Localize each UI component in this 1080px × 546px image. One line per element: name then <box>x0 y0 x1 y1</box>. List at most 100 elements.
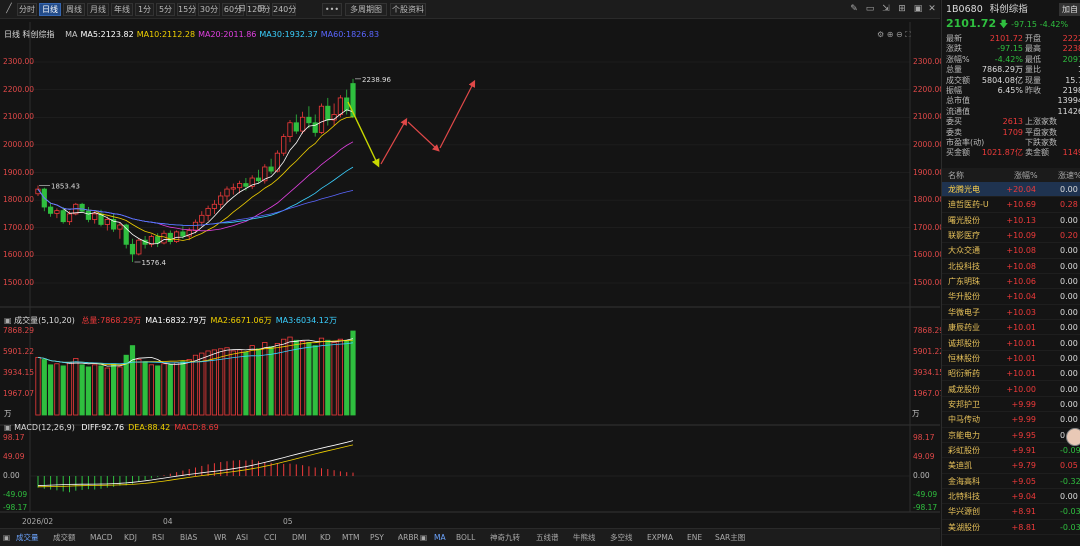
macd-tick-left-2: 0.00 <box>3 471 20 480</box>
price-tick-right-7: 1600.00 <box>913 250 945 260</box>
quote-row-label-3: 总量 <box>946 65 962 75</box>
stock-list-row[interactable]: 威龙股份 +10.00 0.00 <box>942 382 1080 397</box>
volume-bar-29 <box>218 348 224 416</box>
stock-list-row[interactable]: 大众交通 +10.08 0.00 <box>942 243 1080 259</box>
kline-chart[interactable]: 2238.96 1853.43 1576.4 <box>0 0 940 528</box>
stock-list-row[interactable]: 华升股份 +10.04 0.00 <box>942 289 1080 305</box>
volume-bar-10 <box>98 365 104 416</box>
overlay-tab-8[interactable]: SAR主图 <box>715 532 745 544</box>
volume-unit-left: 万 <box>4 409 12 418</box>
quote-row-value-8: 2613 <box>1002 117 1023 127</box>
stock-list-row[interactable]: 广东明珠 +10.06 0.00 <box>942 274 1080 290</box>
stock-name-4: 大众交通 <box>948 246 980 256</box>
stock-list-row[interactable]: 安邦护卫 +9.99 0.00 <box>942 397 1080 413</box>
indicator-tab-2[interactable]: MACD <box>90 532 112 544</box>
indicator-tab-11[interactable]: MTM <box>342 532 360 544</box>
quote-row-label-5: 振幅 <box>946 86 962 95</box>
stock-name-10: 诚邦股份 <box>948 338 980 348</box>
macd-settings-icon[interactable]: ▣ <box>4 423 14 432</box>
candle-body-16 <box>136 239 142 255</box>
indicator-tab-7[interactable]: ASI <box>236 532 248 544</box>
overlay-tab-2[interactable]: 神奇九转 <box>490 532 520 544</box>
quote-row-value2-1: 2238 <box>1062 44 1080 54</box>
candle-body-33 <box>243 183 249 187</box>
projection-arrow-up-1 <box>380 117 408 165</box>
price-tick-left-5: 1800.00 <box>3 195 35 205</box>
stock-list-row[interactable]: 美湖股份 +8.81 -0.03 <box>942 520 1080 535</box>
volume-bar-9 <box>92 364 98 416</box>
stock-name-13: 威龙股份 <box>948 384 980 394</box>
stock-list-row[interactable]: 华兴源创 +8.91 -0.03 <box>942 504 1080 520</box>
overlay-tab-4[interactable]: 牛熊线 <box>573 532 596 544</box>
indicator-tab-10[interactable]: KD <box>320 532 331 544</box>
overlay-tab-5[interactable]: 多空线 <box>610 532 633 544</box>
quote-row-0: 最新 2101.72开盘 2222 <box>946 34 1080 44</box>
price-tick-left-3: 2000.00 <box>3 139 35 149</box>
tabs-menu-icon[interactable]: ▣ <box>3 532 10 544</box>
stock-list-row[interactable]: 京能电力 +9.95 0 <box>942 428 1080 443</box>
stock-list-row[interactable]: 联影医疗 +10.09 0.20 <box>942 228 1080 244</box>
indicator-tab-9[interactable]: DMI <box>292 532 306 544</box>
stock-list-row[interactable]: 金海高科 +9.05 -0.32 <box>942 474 1080 489</box>
stock-list-row[interactable]: 北投科技 +10.08 0.00 <box>942 259 1080 275</box>
volume-bar-47 <box>331 342 337 416</box>
overlay-tab-7[interactable]: ENE <box>687 532 702 544</box>
indicator-tab-12[interactable]: PSY <box>370 532 384 544</box>
overlay-tab-0[interactable]: MA <box>434 532 446 544</box>
overlay-tab-6[interactable]: EXPMA <box>647 532 673 544</box>
ma-line-20 <box>37 141 354 232</box>
quote-panel: 1B0680 科创综指 加自 2101.72 🡇 -97.15 -4.42% 最… <box>941 0 1080 546</box>
volume-bar-12 <box>111 363 117 416</box>
candle-body-37 <box>268 166 274 172</box>
candle-body-31 <box>230 187 236 190</box>
stock-name-14: 安邦护卫 <box>948 399 980 409</box>
stock-list-row[interactable]: 曙光股份 +10.13 0.00 <box>942 213 1080 228</box>
volume-bar-42 <box>299 340 306 416</box>
macd-tick-right-4: -98.17 <box>913 503 938 512</box>
avatar[interactable] <box>1066 428 1080 446</box>
stock-list-row[interactable]: 中马传动 +9.99 0.00 <box>942 412 1080 428</box>
x-label-start: 2026/02 <box>22 517 54 526</box>
quote-row-label2-10: 下跌家数 <box>1025 138 1057 147</box>
volume-bar-48 <box>337 338 344 416</box>
volume-bar-43 <box>306 342 312 416</box>
overlay-tab-3[interactable]: 五线谱 <box>536 532 559 544</box>
indicator-tab-4[interactable]: RSI <box>152 532 164 544</box>
overlay-tab-1[interactable]: BOLL <box>456 532 475 544</box>
price-tick-right-0: 2300.00 <box>913 57 945 66</box>
stock-speed-7: 0.00 <box>1060 292 1078 302</box>
stock-list-row[interactable]: 昭衍新药 +10.01 0.00 <box>942 366 1080 382</box>
stock-name-12: 昭衍新药 <box>948 369 980 379</box>
add-watchlist-button[interactable]: 加自 <box>1059 3 1080 16</box>
stock-name-6: 广东明珠 <box>948 277 980 287</box>
stock-list-row[interactable]: 诚邦股份 +10.01 0.00 <box>942 336 1080 351</box>
candle-body-2 <box>48 206 54 214</box>
stock-list-row[interactable]: 彩虹股份 +9.91 -0.09 <box>942 443 1080 459</box>
stock-list-row[interactable]: 美迪凯 +9.79 0.05 <box>942 458 1080 474</box>
quote-price: 2101.72 <box>946 17 997 30</box>
quote-row-value2-11: 1149 <box>1062 148 1080 158</box>
overlay-menu-icon[interactable]: ▣ <box>420 532 427 544</box>
stock-pct-2: +10.13 <box>1006 215 1036 225</box>
stock-list-row[interactable]: 恒林股份 +10.01 0.00 <box>942 351 1080 367</box>
stock-list-row[interactable]: 迪哲医药-U +10.69 0.28 <box>942 197 1080 213</box>
stock-pct-11: +10.01 <box>1006 353 1036 363</box>
quote-header: 1B0680 科创综指 <box>946 5 1028 15</box>
stock-name-1: 迪哲医药-U <box>948 200 989 210</box>
indicator-tab-6[interactable]: WR <box>214 532 227 544</box>
indicator-tab-0[interactable]: 成交量 <box>16 532 39 544</box>
indicator-tab-5[interactable]: BIAS <box>180 532 197 544</box>
stock-list-row[interactable]: 北特科技 +9.04 0.00 <box>942 489 1080 505</box>
volume-settings-icon[interactable]: ▣ <box>4 316 14 325</box>
candle-body-14 <box>123 224 129 245</box>
stock-list-row[interactable]: 康辰药业 +10.01 0.00 <box>942 320 1080 336</box>
indicator-tab-1[interactable]: 成交额 <box>53 532 76 544</box>
stock-speed-1: 0.28 <box>1060 200 1078 210</box>
tabs-scroll-right-icon[interactable]: ▸ <box>398 532 402 544</box>
candle-body-40 <box>287 122 293 137</box>
stock-list-row[interactable]: 龙腾光电 +20.04 0.00 <box>942 182 1080 198</box>
quote-row-value-5: 6.45% <box>997 86 1023 95</box>
stock-list-row[interactable]: 华微电子 +10.03 0.00 <box>942 305 1080 321</box>
indicator-tab-8[interactable]: CCI <box>264 532 277 544</box>
indicator-tab-3[interactable]: KDJ <box>124 532 137 544</box>
